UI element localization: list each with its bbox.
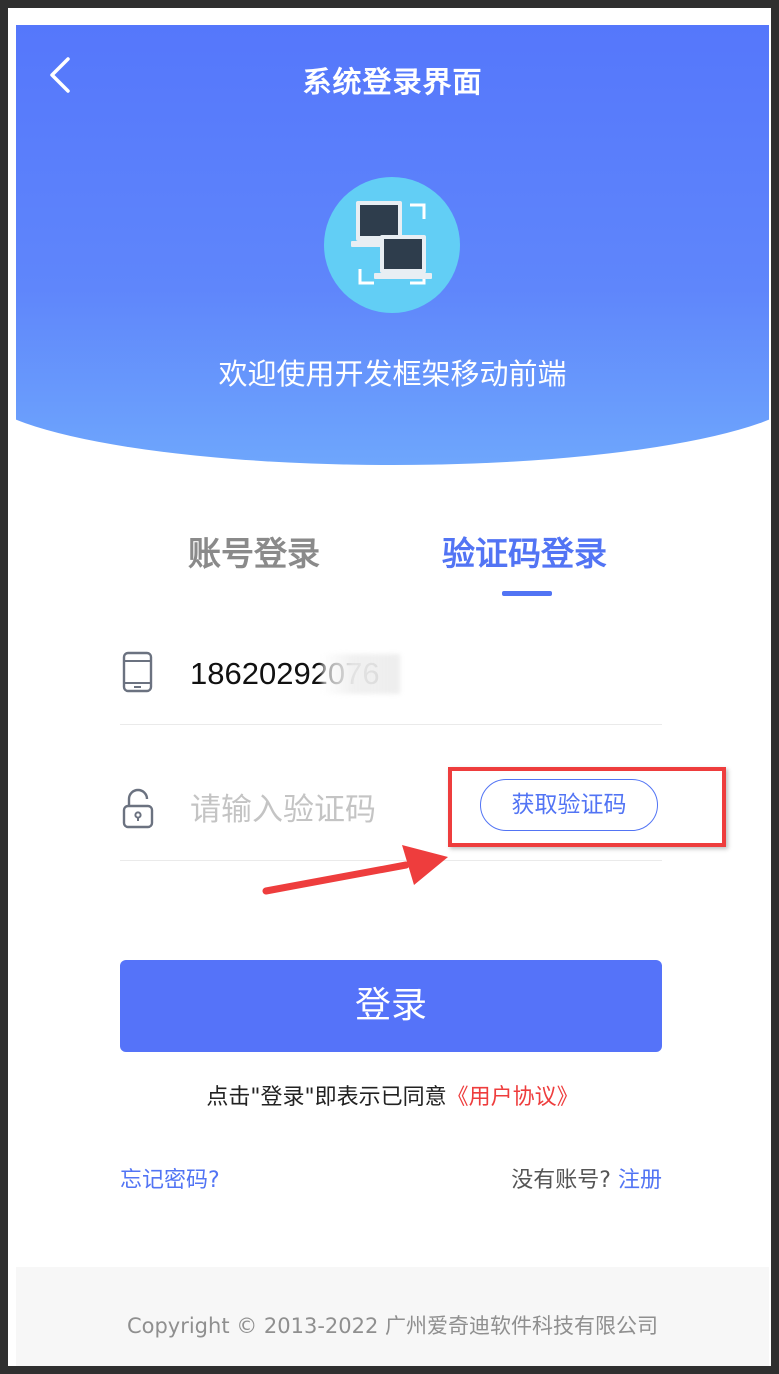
copyright-text: Copyright © 2013-2022 广州爱奇迪软件科技有限公司 (126, 1314, 659, 1338)
login-screen: 系统登录界面 欢迎使用开发框架移动前端 账号登录 验证码登录 186202920… (16, 25, 769, 1366)
agreement-text: 点击"登录"即表示已同意 (206, 1085, 447, 1110)
device-frame: 系统登录界面 欢迎使用开发框架移动前端 账号登录 验证码登录 186202920… (0, 0, 779, 1374)
user-agreement-link[interactable]: 《用户协议》 (447, 1085, 579, 1110)
redaction-blur (322, 654, 400, 694)
tab-account-login[interactable]: 账号登录 (188, 527, 320, 575)
mobile-phone-icon (122, 651, 153, 693)
verification-code-input[interactable] (190, 782, 430, 838)
page-title: 系统登录界面 (302, 65, 483, 99)
login-button[interactable]: 登录 (120, 960, 662, 1052)
tab-code-login[interactable]: 验证码登录 (442, 527, 607, 575)
active-tab-indicator (502, 591, 552, 596)
annotation-arrow-icon (262, 845, 448, 895)
phone-input[interactable] (190, 646, 450, 702)
register-link[interactable]: 注册 (618, 1168, 662, 1193)
annotation-highlight-box (448, 767, 726, 847)
no-account-text: 没有账号? (511, 1168, 611, 1193)
register-prompt: 没有账号? 注册 (511, 1162, 662, 1194)
welcome-text: 欢迎使用开发框架移动前端 (218, 357, 567, 391)
computers-icon (351, 201, 432, 285)
footer: Copyright © 2013-2022 广州爱奇迪软件科技有限公司 (16, 1267, 769, 1366)
phone-field (120, 628, 662, 725)
agreement-notice: 点击"登录"即表示已同意《用户协议》 (16, 1079, 769, 1111)
lock-icon (122, 788, 154, 829)
forgot-password-link[interactable]: 忘记密码? (120, 1162, 220, 1194)
app-logo (324, 177, 460, 313)
